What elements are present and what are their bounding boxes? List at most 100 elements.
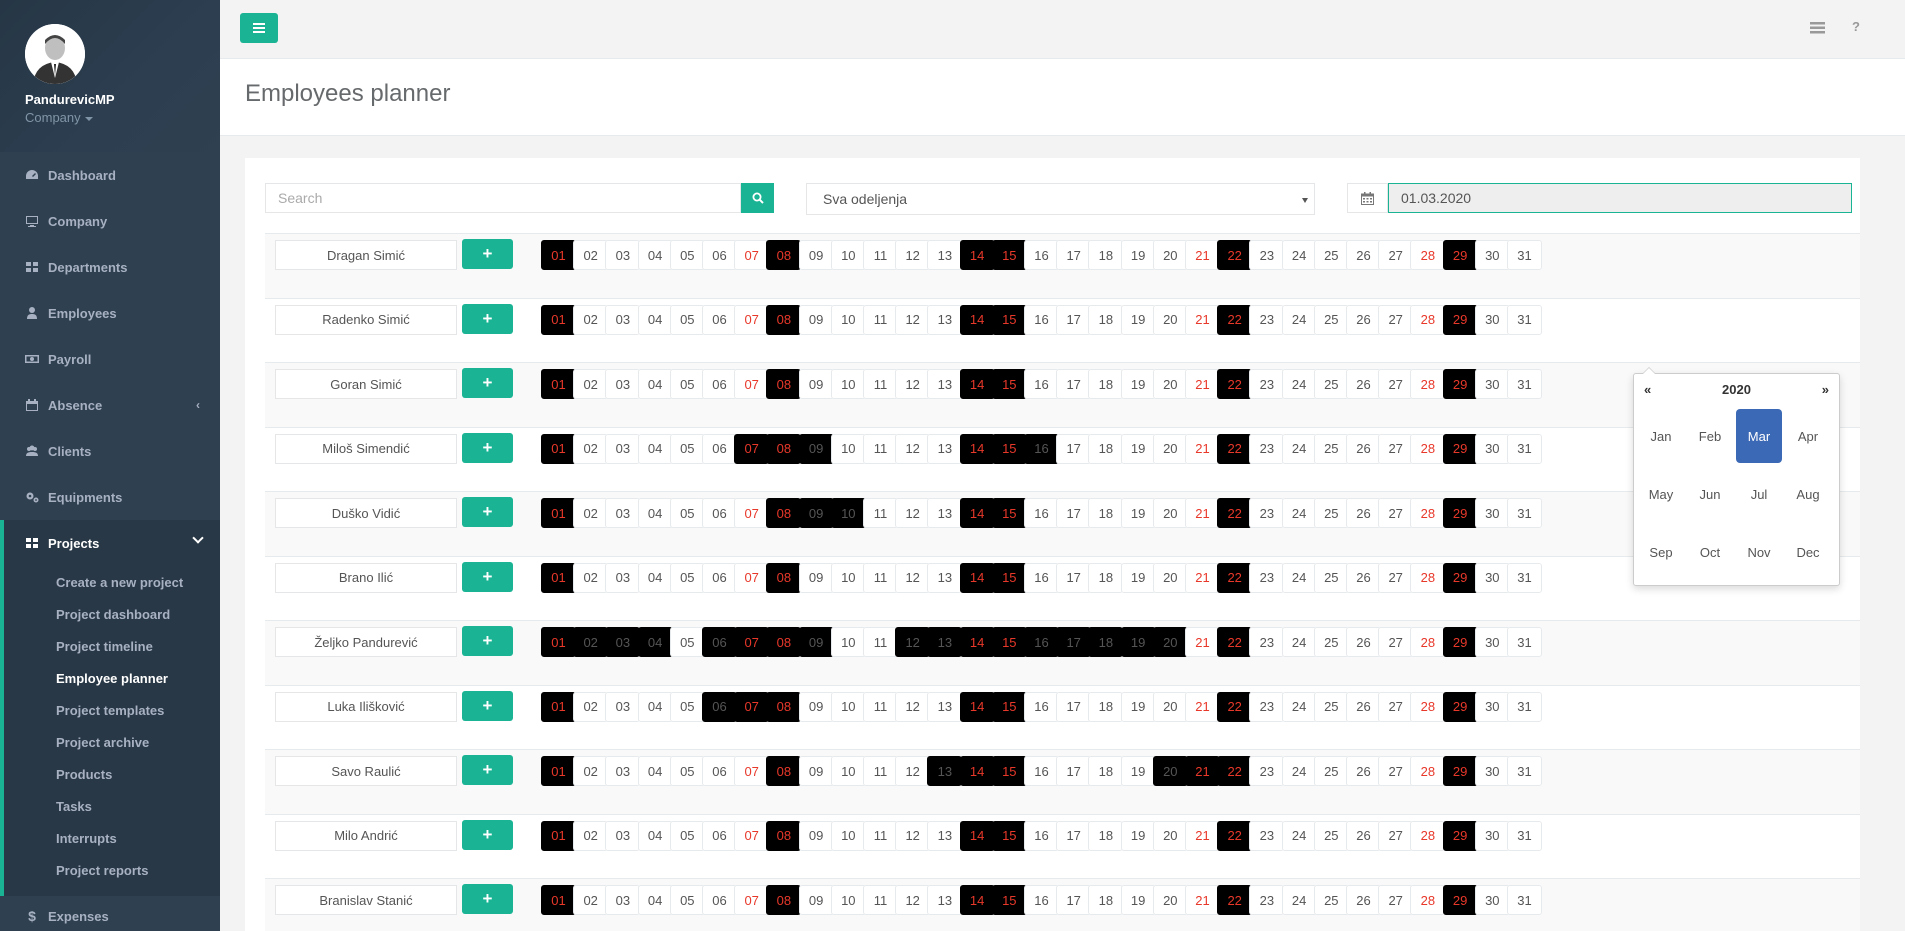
day-cell[interactable]: 03 [605,820,641,851]
day-cell[interactable]: 21 [1185,756,1220,786]
month-option[interactable]: Jun [1687,467,1733,521]
day-cell[interactable]: 16 [1024,304,1059,335]
day-cell[interactable]: 20 [1152,691,1188,722]
day-cell[interactable]: 13 [927,562,963,593]
day-cell[interactable]: 04 [637,691,673,722]
day-cell[interactable]: 18 [1088,627,1124,657]
day-cell[interactable]: 20 [1152,240,1188,270]
day-cell[interactable]: 19 [1120,691,1156,722]
day-cell[interactable]: 09 [798,562,834,593]
day-cell[interactable]: 10 [830,885,866,915]
day-cell[interactable]: 17 [1056,820,1092,851]
day-cell[interactable]: 13 [927,369,963,399]
day-cell[interactable]: 05 [669,627,705,657]
day-cell[interactable]: 28 [1410,820,1446,851]
day-cell[interactable]: 06 [702,756,737,786]
day-cell[interactable]: 19 [1120,627,1156,657]
day-cell[interactable]: 31 [1507,756,1542,786]
day-cell[interactable]: 04 [637,627,673,657]
day-cell[interactable]: 28 [1410,756,1446,786]
day-cell[interactable]: 17 [1056,756,1092,786]
day-cell[interactable]: 17 [1056,369,1092,399]
day-cell[interactable]: 30 [1474,240,1510,270]
add-assignment-button[interactable]: + [462,303,513,334]
day-cell[interactable]: 11 [863,756,898,786]
month-option[interactable]: Nov [1736,525,1782,579]
day-cell[interactable]: 14 [959,691,995,722]
day-cell[interactable]: 15 [991,369,1027,399]
day-cell[interactable]: 13 [927,820,963,851]
day-cell[interactable]: 04 [637,756,673,786]
day-cell[interactable]: 02 [573,369,609,399]
nav-item-absence[interactable]: Absence ‹ [0,382,220,428]
day-cell[interactable]: 04 [637,304,673,335]
day-cell[interactable]: 04 [637,885,673,915]
day-cell[interactable]: 14 [959,756,995,786]
day-cell[interactable]: 20 [1152,304,1188,335]
nav-item-expenses[interactable]: $ Expenses [0,896,220,931]
day-cell[interactable]: 14 [959,627,995,657]
calendar-addon[interactable] [1347,183,1388,213]
day-cell[interactable]: 11 [863,433,898,464]
day-cell[interactable]: 17 [1056,498,1092,528]
subnav-item[interactable]: Create a new project [4,566,220,598]
day-cell[interactable]: 23 [1249,627,1285,657]
day-cell[interactable]: 06 [702,369,737,399]
day-cell[interactable]: 12 [895,304,931,335]
day-cell[interactable]: 12 [895,240,931,270]
day-cell[interactable]: 30 [1474,627,1510,657]
day-cell[interactable]: 30 [1474,691,1510,722]
day-cell[interactable]: 12 [895,627,931,657]
day-cell[interactable]: 26 [1346,498,1381,528]
day-cell[interactable]: 17 [1056,240,1092,270]
day-cell[interactable]: 02 [573,498,609,528]
day-cell[interactable]: 15 [991,756,1027,786]
day-cell[interactable]: 24 [1281,369,1317,399]
day-cell[interactable]: 01 [541,240,576,270]
day-cell[interactable]: 07 [734,885,770,915]
day-cell[interactable]: 08 [766,756,802,786]
day-cell[interactable]: 08 [766,562,802,593]
day-cell[interactable]: 19 [1120,304,1156,335]
day-cell[interactable]: 18 [1088,885,1124,915]
add-assignment-button[interactable]: + [462,819,513,850]
day-cell[interactable]: 05 [669,885,705,915]
day-cell[interactable]: 06 [702,240,737,270]
day-cell[interactable]: 17 [1056,562,1092,593]
day-cell[interactable]: 22 [1217,433,1253,464]
day-cell[interactable]: 13 [927,304,963,335]
day-cell[interactable]: 27 [1378,691,1414,722]
day-cell[interactable]: 10 [830,691,866,722]
day-cell[interactable]: 05 [669,691,705,722]
day-cell[interactable]: 13 [927,756,963,786]
day-cell[interactable]: 28 [1410,562,1446,593]
day-cell[interactable]: 02 [573,627,609,657]
day-cell[interactable]: 13 [927,885,963,915]
day-cell[interactable]: 24 [1281,433,1317,464]
day-cell[interactable]: 05 [669,304,705,335]
day-cell[interactable]: 08 [766,369,802,399]
day-cell[interactable]: 29 [1442,691,1478,722]
day-cell[interactable]: 11 [863,369,898,399]
day-cell[interactable]: 19 [1120,240,1156,270]
day-cell[interactable]: 11 [863,304,898,335]
menu-toggle-button[interactable] [240,13,278,43]
day-cell[interactable]: 08 [766,691,802,722]
day-cell[interactable]: 20 [1152,498,1188,528]
day-cell[interactable]: 27 [1378,627,1414,657]
day-cell[interactable]: 14 [959,498,995,528]
day-cell[interactable]: 22 [1217,562,1253,593]
add-assignment-button[interactable]: + [462,626,513,656]
day-cell[interactable]: 16 [1024,369,1059,399]
day-cell[interactable]: 01 [541,433,576,464]
day-cell[interactable]: 23 [1249,691,1285,722]
day-cell[interactable]: 16 [1024,691,1059,722]
day-cell[interactable]: 20 [1152,369,1188,399]
month-option[interactable]: Dec [1785,525,1831,579]
day-cell[interactable]: 02 [573,240,609,270]
day-cell[interactable]: 02 [573,885,609,915]
day-cell[interactable]: 15 [991,820,1027,851]
day-cell[interactable]: 24 [1281,691,1317,722]
day-cell[interactable]: 17 [1056,433,1092,464]
day-cell[interactable]: 25 [1313,885,1349,915]
